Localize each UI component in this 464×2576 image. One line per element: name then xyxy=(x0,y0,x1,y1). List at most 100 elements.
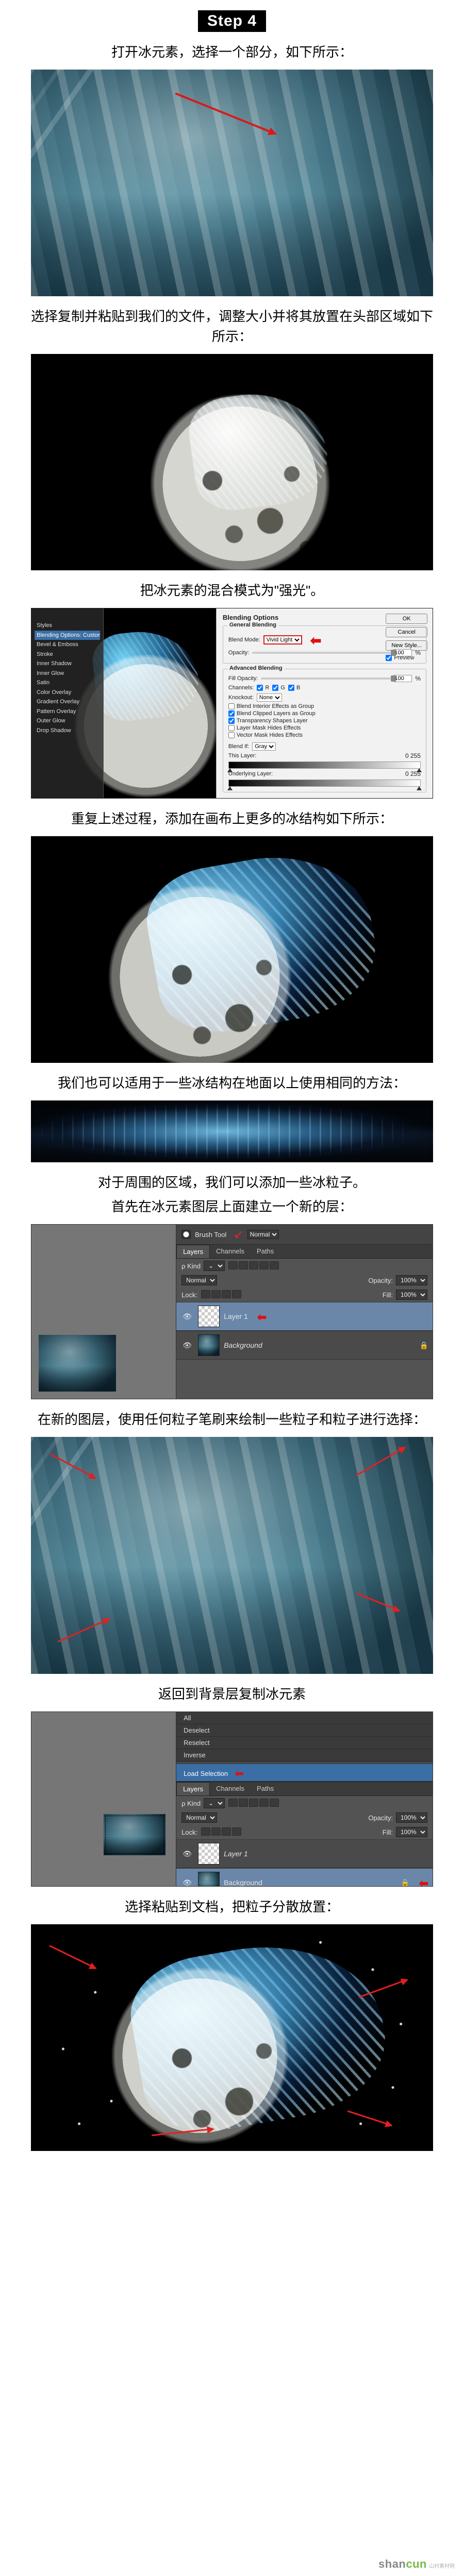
lock-icons xyxy=(201,1827,242,1837)
style-item[interactable]: Outer Glow xyxy=(35,716,100,726)
general-blending-group: General Blending Blend Mode: Vivid Light… xyxy=(223,625,426,664)
canvas-area xyxy=(31,1712,176,1886)
caption-6a: 对于周围的区域，我们可以添加一些冰粒子。 xyxy=(31,1173,433,1193)
blendif-select[interactable]: Gray xyxy=(252,742,276,751)
menu-item[interactable]: All xyxy=(176,1712,433,1724)
cb-vectormask[interactable] xyxy=(228,732,235,738)
advanced-blending-group: Advanced Blending Fill Opacity: % Channe… xyxy=(223,669,426,792)
annotation-overlay xyxy=(31,1437,433,1674)
layer-mode-row: Normal Opacity: 100% xyxy=(176,1810,433,1825)
layer-thumbnail xyxy=(198,1872,220,1886)
watermark: shancun山村素材网 xyxy=(375,2556,458,2572)
style-item[interactable]: Color Overlay xyxy=(35,688,100,698)
filter-icons xyxy=(228,1261,279,1271)
brush-icon xyxy=(181,1230,191,1239)
tab-channels[interactable]: Channels xyxy=(210,1782,251,1795)
fill-opacity-slider[interactable] xyxy=(261,677,391,680)
blend-preview: Styles Blending Options: Custom Bevel & … xyxy=(31,608,216,798)
visibility-icon[interactable]: 👁 xyxy=(180,1312,194,1321)
layer-style-list: Styles Blending Options: Custom Bevel & … xyxy=(31,608,104,798)
layer-row-layer1[interactable]: 👁 Layer 1 xyxy=(176,1839,433,1868)
kind-select[interactable]: ⌄ xyxy=(204,1798,225,1808)
figure-ground-strip xyxy=(31,1100,433,1162)
cb-transparency[interactable] xyxy=(228,718,235,724)
annotation-arrow-icon xyxy=(57,1618,110,1642)
annotation-arrow-icon: ↙ xyxy=(234,1228,243,1241)
this-range: 0 255 xyxy=(405,752,421,759)
layer-row-background[interactable]: 👁 Background 🔒 xyxy=(176,1331,433,1360)
opacity-input[interactable] xyxy=(394,649,412,656)
layer-row-background[interactable]: 👁 Background 🔒 ⬅ xyxy=(176,1868,433,1886)
annotation-arrow-icon xyxy=(49,1453,96,1479)
style-item[interactable]: Pattern Overlay xyxy=(35,707,100,717)
menu-item[interactable]: Deselect xyxy=(176,1724,433,1737)
cb-interior[interactable] xyxy=(228,703,235,709)
canvas-area xyxy=(31,1225,176,1399)
style-item[interactable]: Stroke xyxy=(35,650,100,659)
fill-select[interactable]: 100% xyxy=(396,1827,427,1837)
this-layer-label: This Layer: xyxy=(228,753,256,759)
caption-2: 选择复制并粘贴到我们的文件，调整大小并将其放置在头部区域如下所示： xyxy=(31,307,433,347)
opacity-select[interactable]: 100% xyxy=(396,1812,427,1823)
styles-selected[interactable]: Blending Options: Custom xyxy=(35,631,100,640)
caption-6b: 首先在冰元素图层上面建立一个新的层： xyxy=(31,1197,433,1217)
cb-layermask[interactable] xyxy=(228,725,235,731)
style-item[interactable]: Gradient Overlay xyxy=(35,697,100,707)
document-thumbnail xyxy=(39,1335,116,1392)
tab-channels[interactable]: Channels xyxy=(210,1245,251,1258)
opacity-slider[interactable] xyxy=(252,652,391,654)
figure-layers-panel-newlayer: Brush Tool ↙ Normal Layers Channels Path… xyxy=(31,1224,433,1399)
annotation-arrow-icon xyxy=(356,1447,406,1477)
tool-name: Brush Tool xyxy=(195,1231,226,1239)
opacity-select[interactable]: 100% xyxy=(396,1275,427,1285)
fill-label: Fill: xyxy=(383,1291,393,1299)
opacity-label: Opacity: xyxy=(368,1277,393,1284)
style-item[interactable]: Inner Glow xyxy=(35,669,100,679)
annotation-arrow-icon: ⬅ xyxy=(257,1311,267,1324)
this-layer-gradient[interactable] xyxy=(228,761,421,769)
lock-icon: 🔒 xyxy=(401,1878,409,1887)
cb-clipped[interactable] xyxy=(228,710,235,717)
menu-item[interactable]: Reselect xyxy=(176,1737,433,1749)
channels-label: Channels: xyxy=(228,685,254,691)
panels-area: All Deselect Reselect Inverse Load Selec… xyxy=(176,1712,433,1886)
particle-dots xyxy=(31,1924,433,2151)
layer-lock-row: Lock: Fill: 100% xyxy=(176,1287,433,1302)
tab-layers[interactable]: Layers xyxy=(176,1245,210,1258)
knockout-select[interactable]: None xyxy=(257,693,282,702)
visibility-icon[interactable]: 👁 xyxy=(180,1878,194,1887)
caption-4: 重复上述过程，添加在画布上更多的冰结构如下所示： xyxy=(31,809,433,829)
menu-item-load-selection[interactable]: Load Selection ⬅ xyxy=(176,1764,433,1782)
step-header: Step 4 xyxy=(31,10,433,32)
style-item[interactable]: Drop Shadow xyxy=(35,726,100,736)
brush-mode-select[interactable]: Normal xyxy=(247,1230,279,1239)
layer-row-layer1[interactable]: 👁 Layer 1 ⬅ xyxy=(176,1302,433,1331)
blend-mode-label: Blend Mode: xyxy=(228,637,260,643)
kind-select[interactable]: ⌄ xyxy=(204,1261,225,1271)
watermark-a: shan xyxy=(378,2557,406,2570)
caption-5: 我们也可以适用于一些冰结构在地面以上使用相同的方法： xyxy=(31,1073,433,1093)
ok-button[interactable]: OK xyxy=(386,614,427,624)
tab-layers[interactable]: Layers xyxy=(176,1782,210,1795)
blend-mode-select[interactable]: Vivid Light xyxy=(263,635,302,645)
style-item[interactable]: Bevel & Emboss xyxy=(35,640,100,650)
caption-8: 返回到背景层复制冰元素 xyxy=(31,1684,433,1704)
watermark-b: cun xyxy=(406,2557,427,2570)
under-layer-gradient[interactable] xyxy=(228,779,421,787)
visibility-icon[interactable]: 👁 xyxy=(180,1850,194,1858)
fill-select[interactable]: 100% xyxy=(396,1290,427,1300)
channel-r-checkbox[interactable] xyxy=(257,685,263,691)
style-item[interactable]: Inner Shadow xyxy=(35,659,100,669)
tab-paths[interactable]: Paths xyxy=(251,1782,280,1795)
tab-paths[interactable]: Paths xyxy=(251,1245,280,1258)
opacity-label: Opacity: xyxy=(228,650,249,656)
channel-g-checkbox[interactable] xyxy=(272,685,278,691)
layer-blend-select[interactable]: Normal xyxy=(181,1275,217,1285)
fill-opacity-input[interactable] xyxy=(394,675,412,682)
visibility-icon[interactable]: 👁 xyxy=(180,1341,194,1350)
style-item[interactable]: Satin xyxy=(35,678,100,688)
channel-b-checkbox[interactable] xyxy=(288,685,294,691)
lock-icons xyxy=(201,1290,242,1300)
menu-item[interactable]: Inverse xyxy=(176,1749,433,1761)
layer-blend-select[interactable]: Normal xyxy=(181,1812,217,1823)
